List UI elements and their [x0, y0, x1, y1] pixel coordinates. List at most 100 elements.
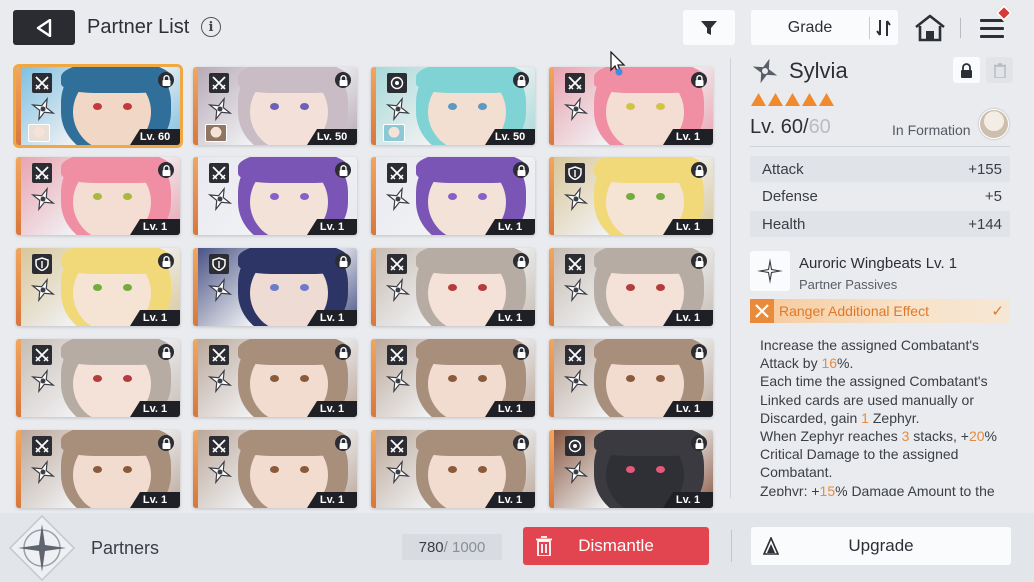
in-formation-label: In Formation: [892, 122, 971, 138]
lock-icon[interactable]: [335, 344, 351, 360]
partner-card[interactable]: Lv. 1: [193, 157, 357, 235]
dismantle-button[interactable]: Dismantle: [523, 527, 709, 565]
stat-label: Attack: [762, 160, 804, 178]
crossed-swords-icon: [32, 163, 52, 183]
lock-icon[interactable]: [158, 72, 174, 88]
lock-icon[interactable]: [158, 435, 174, 451]
rarity-strip: [371, 157, 376, 235]
partner-card[interactable]: Lv. 60: [13, 64, 183, 148]
partner-card[interactable]: Lv. 1: [16, 339, 180, 417]
shuriken-icon: [208, 460, 232, 484]
filter-button[interactable]: [683, 10, 735, 45]
assigned-combatant-avatar: [28, 124, 50, 142]
lock-icon[interactable]: [691, 72, 707, 88]
upgrade-icon: [751, 537, 791, 555]
lock-icon[interactable]: [513, 162, 529, 178]
star-icon: [819, 93, 834, 106]
partner-card[interactable]: Lv. 50: [371, 67, 535, 145]
partner-card[interactable]: Lv. 1: [16, 248, 180, 326]
lock-button[interactable]: [953, 57, 980, 83]
partner-card[interactable]: Lv. 1: [371, 430, 535, 508]
lock-icon[interactable]: [158, 344, 174, 360]
star-icon: [802, 93, 817, 106]
lock-icon[interactable]: [691, 435, 707, 451]
upgrade-button[interactable]: Upgrade: [751, 527, 1011, 565]
partner-card[interactable]: Lv. 1: [371, 248, 535, 326]
home-button[interactable]: [913, 13, 947, 43]
rarity-strip: [549, 157, 554, 235]
lock-icon[interactable]: [335, 72, 351, 88]
lock-icon[interactable]: [691, 253, 707, 269]
back-button[interactable]: [13, 10, 75, 45]
home-icon: [915, 14, 945, 42]
rarity-strip: [549, 248, 554, 326]
lock-icon[interactable]: [158, 253, 174, 269]
lock-icon[interactable]: [335, 435, 351, 451]
lock-icon[interactable]: [513, 72, 529, 88]
description-text: When Zephyr reaches: [760, 428, 902, 445]
rarity-strip: [371, 339, 376, 417]
header-divider: [960, 18, 961, 38]
star-icon: [751, 93, 766, 106]
highlight-value: 20: [968, 428, 985, 445]
back-arrow-icon: [36, 18, 52, 37]
info-icon[interactable]: i: [201, 17, 221, 37]
menu-button[interactable]: [978, 4, 1013, 43]
partner-card[interactable]: Lv. 1: [16, 157, 180, 235]
effect-label: Ranger Additional Effect: [779, 303, 929, 319]
shield-icon: [209, 254, 229, 274]
shuriken-icon: [386, 187, 410, 211]
partner-card[interactable]: Lv. 1: [549, 157, 713, 235]
shuriken-icon: [208, 97, 232, 121]
panel-divider: [730, 58, 731, 498]
crossed-swords-icon: [387, 254, 407, 274]
shuriken-icon: [386, 97, 410, 121]
lock-icon[interactable]: [513, 253, 529, 269]
formation-avatar[interactable]: [979, 109, 1009, 139]
partner-card[interactable]: Lv. 1: [549, 248, 713, 326]
lock-icon[interactable]: [335, 253, 351, 269]
lock-icon[interactable]: [691, 344, 707, 360]
shield-icon: [32, 254, 52, 274]
stat-value: +155: [968, 160, 1002, 178]
check-icon: ✓: [991, 303, 1004, 320]
passive-skill-icon[interactable]: [750, 251, 790, 291]
shuriken-icon: [208, 369, 232, 393]
grade-sort-select[interactable]: Grade: [751, 10, 898, 45]
partner-card[interactable]: Lv. 1: [549, 430, 713, 508]
stat-row: Health +144: [750, 211, 1010, 237]
partner-card[interactable]: Lv. 1: [549, 339, 713, 417]
lock-icon[interactable]: [335, 162, 351, 178]
lock-icon[interactable]: [158, 162, 174, 178]
crossed-swords-icon: [209, 345, 229, 365]
stat-row: Defense +5: [750, 184, 1010, 210]
trash-button[interactable]: [986, 57, 1013, 83]
description-paragraph: When Zephyr reaches 3 stacks, +20% Criti…: [760, 427, 1014, 482]
lock-icon[interactable]: [513, 344, 529, 360]
partner-card[interactable]: Lv. 50: [193, 67, 357, 145]
lock-icon[interactable]: [691, 162, 707, 178]
crossed-swords-icon: [565, 254, 585, 274]
lock-icon[interactable]: [513, 435, 529, 451]
partner-card[interactable]: Lv. 1: [193, 248, 357, 326]
shuriken-icon: [564, 97, 588, 121]
stat-value: +144: [968, 215, 1002, 233]
partner-card[interactable]: Lv. 1: [371, 339, 535, 417]
partner-name: Sylvia: [789, 58, 848, 83]
partner-card[interactable]: Lv. 1: [371, 157, 535, 235]
partner-card[interactable]: Lv. 1: [193, 339, 357, 417]
partner-card[interactable]: Lv. 1: [193, 430, 357, 508]
partner-card[interactable]: Lv. 1: [549, 67, 713, 145]
crossed-swords-icon: [209, 73, 229, 93]
count-max: / 1000: [443, 538, 486, 556]
sort-order-toggle[interactable]: [870, 18, 898, 38]
partner-card[interactable]: Lv. 1: [16, 430, 180, 508]
highlight-value: 16: [821, 355, 838, 372]
target-icon: [565, 436, 585, 456]
shuriken-icon: [564, 369, 588, 393]
lock-icon: [961, 62, 972, 78]
rarity-strip: [193, 248, 198, 326]
partner-count: 780 / 1000: [402, 534, 502, 560]
target-icon: [387, 73, 407, 93]
page-title: Partner List: [87, 16, 190, 38]
